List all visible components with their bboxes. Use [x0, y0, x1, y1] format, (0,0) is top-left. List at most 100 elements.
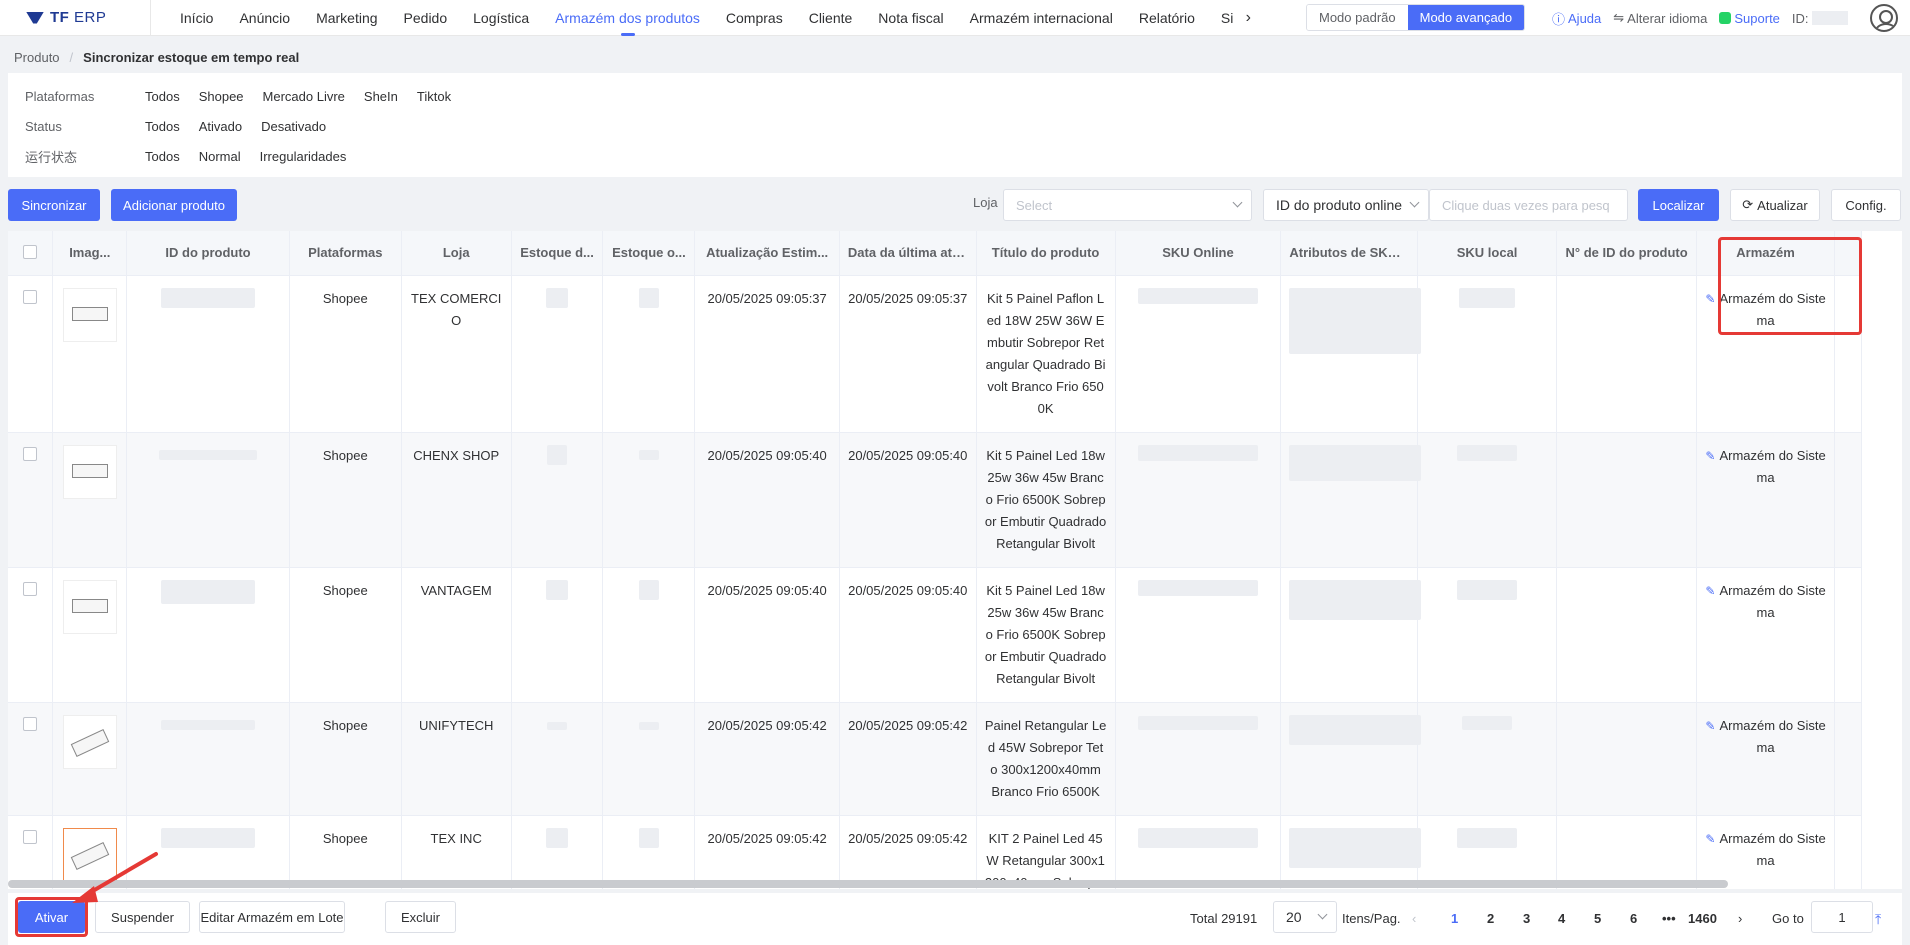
redacted-value	[638, 449, 659, 460]
locate-button[interactable]: Localizar	[1638, 189, 1719, 221]
page-number[interactable]: 4	[1558, 911, 1565, 926]
refresh-button[interactable]: ⟳ Atualizar	[1730, 189, 1820, 221]
chevron-right-icon[interactable]: ›	[1237, 0, 1259, 36]
page-ellipsis[interactable]: •••	[1662, 911, 1676, 926]
column-header[interactable]: Atualização Estim...	[694, 231, 840, 276]
row-checkbox[interactable]	[23, 446, 38, 461]
nav-item-si[interactable]: Si	[1208, 0, 1237, 36]
next-page-icon[interactable]: ›	[1738, 911, 1742, 926]
column-header[interactable]: Imag...	[52, 231, 128, 276]
page-number[interactable]: 6	[1630, 911, 1637, 926]
column-header[interactable]: Loja	[401, 231, 512, 276]
filter-option[interactable]: Normal	[199, 149, 241, 164]
prev-page-icon[interactable]: ‹	[1412, 911, 1416, 926]
language-link[interactable]: ⇋ Alterar idioma	[1613, 10, 1707, 26]
row-checkbox[interactable]	[23, 581, 38, 596]
delete-button[interactable]: Excluir	[385, 901, 456, 933]
app-logo[interactable]: TF ERP	[0, 0, 150, 36]
page-number[interactable]: 3	[1523, 911, 1530, 926]
user-avatar-icon[interactable]	[1870, 4, 1898, 32]
row-checkbox[interactable]	[23, 716, 38, 731]
column-header[interactable]: SKU local	[1417, 231, 1558, 276]
row-checkbox[interactable]	[23, 289, 38, 304]
filter-option[interactable]: Tiktok	[417, 89, 451, 104]
sku-attributes-cell	[1280, 567, 1422, 703]
warehouse-cell: ✎ Armazém do Sistema	[1696, 567, 1835, 703]
product-thumbnail[interactable]	[62, 444, 117, 499]
nav-item-cliente[interactable]: Cliente	[796, 0, 866, 36]
product-thumbnail[interactable]	[62, 714, 117, 769]
table-row[interactable]: Shopee TEX INC 20/05/2025 09:05:42 20/05…	[8, 815, 1863, 889]
column-header[interactable]: Estoque o...	[602, 231, 696, 276]
breadcrumb-root[interactable]: Produto	[14, 50, 60, 65]
page-size-select[interactable]: 20	[1273, 901, 1337, 933]
config-button[interactable]: Config.	[1831, 189, 1901, 221]
goto-page-input[interactable]: 1	[1811, 901, 1873, 933]
column-header[interactable]: Estoque d...	[511, 231, 604, 276]
help-link[interactable]: ⓘ Ajuda	[1552, 9, 1601, 28]
sku-attributes-cell	[1280, 432, 1422, 568]
edit-pen-icon: ✎	[1705, 291, 1716, 306]
mode-standard-button[interactable]: Modo padrão	[1307, 5, 1408, 30]
warehouse-link[interactable]: ✎ Armazém do Sistema	[1705, 831, 1825, 868]
back-to-top-icon[interactable]: ⤒	[1875, 911, 1881, 928]
image-cell	[52, 432, 128, 568]
filter-option[interactable]: Todos	[145, 119, 180, 134]
search-type-select[interactable]: ID do produto online	[1263, 189, 1429, 221]
nav-item-marketing[interactable]: Marketing	[303, 0, 390, 36]
filter-option[interactable]: Shopee	[199, 89, 244, 104]
column-header[interactable]: Título do produto	[976, 231, 1116, 276]
support-link[interactable]: Suporte	[1719, 11, 1780, 26]
nav-item-nota-fiscal[interactable]: Nota fiscal	[865, 0, 956, 36]
store-select[interactable]: Select	[1003, 189, 1252, 221]
horizontal-scrollbar[interactable]	[8, 880, 1728, 888]
table-row[interactable]: Shopee UNIFYTECH 20/05/2025 09:05:42 20/…	[8, 702, 1863, 816]
nav-item-inicio[interactable]: Início	[167, 0, 226, 36]
column-header[interactable]: Plataformas	[289, 231, 402, 276]
filter-option[interactable]: Desativado	[261, 119, 326, 134]
row-checkbox-cell	[8, 815, 54, 889]
select-all-checkbox-cell	[8, 231, 54, 276]
sku-online-cell	[1115, 815, 1282, 889]
product-thumbnail[interactable]	[62, 579, 117, 634]
product-thumbnail[interactable]	[62, 287, 117, 342]
filter-option[interactable]: Todos	[145, 89, 180, 104]
warehouse-link[interactable]: ✎ Armazém do Sistema	[1705, 448, 1825, 485]
filter-option[interactable]: Todos	[145, 149, 180, 164]
nav-item-armazem-internacional[interactable]: Armazém internacional	[957, 0, 1126, 36]
nav-item-relatorio[interactable]: Relatório	[1126, 0, 1208, 36]
product-id-number-cell	[1556, 567, 1698, 703]
column-header[interactable]: Data da última atu...	[839, 231, 977, 276]
filter-option[interactable]: Mercado Livre	[263, 89, 345, 104]
filter-option[interactable]: Ativado	[199, 119, 242, 134]
row-checkbox[interactable]	[23, 829, 38, 844]
warehouse-link[interactable]: ✎ Armazém do Sistema	[1705, 583, 1825, 620]
table-row[interactable]: Shopee VANTAGEM 20/05/2025 09:05:40 20/0…	[8, 567, 1863, 703]
stock-cell	[511, 567, 604, 703]
page-number[interactable]: 5	[1594, 911, 1601, 926]
batch-edit-warehouse-button[interactable]: Editar Armazém em Lote	[199, 901, 345, 933]
column-header[interactable]: Atributos de SKU ...	[1280, 231, 1419, 276]
nav-item-anuncio[interactable]: Anúncio	[226, 0, 303, 36]
page-number[interactable]: 2	[1487, 911, 1494, 926]
filter-option[interactable]: Irregularidades	[260, 149, 347, 164]
sync-button[interactable]: Sincronizar	[8, 189, 100, 221]
nav-item-pedido[interactable]: Pedido	[391, 0, 461, 36]
nav-item-logistica[interactable]: Logística	[460, 0, 542, 36]
edit-pen-icon: ✎	[1705, 583, 1716, 598]
nav-item-compras[interactable]: Compras	[713, 0, 796, 36]
search-input[interactable]: Clique duas vezes para pesq	[1429, 189, 1628, 221]
filter-option[interactable]: SheIn	[364, 89, 398, 104]
mode-advanced-button[interactable]: Modo avançado	[1407, 5, 1525, 30]
nav-item-armazem-produtos[interactable]: Armazém dos produtos	[542, 0, 713, 36]
select-all-checkbox[interactable]	[23, 245, 38, 260]
add-product-button[interactable]: Adicionar produto	[111, 189, 237, 221]
table-row[interactable]: Shopee TEX COMERCIO 20/05/2025 09:05:37 …	[8, 275, 1863, 433]
column-header[interactable]: ID do produto	[126, 231, 290, 276]
column-header[interactable]: SKU Online	[1115, 231, 1282, 276]
table-row[interactable]: Shopee CHENX SHOP 20/05/2025 09:05:40 20…	[8, 432, 1863, 568]
warehouse-link[interactable]: ✎ Armazém do Sistema	[1705, 718, 1825, 755]
page-number[interactable]: 1	[1451, 911, 1458, 926]
page-number-last[interactable]: 1460	[1688, 911, 1717, 926]
column-header[interactable]: N° de ID do produto	[1556, 231, 1698, 276]
